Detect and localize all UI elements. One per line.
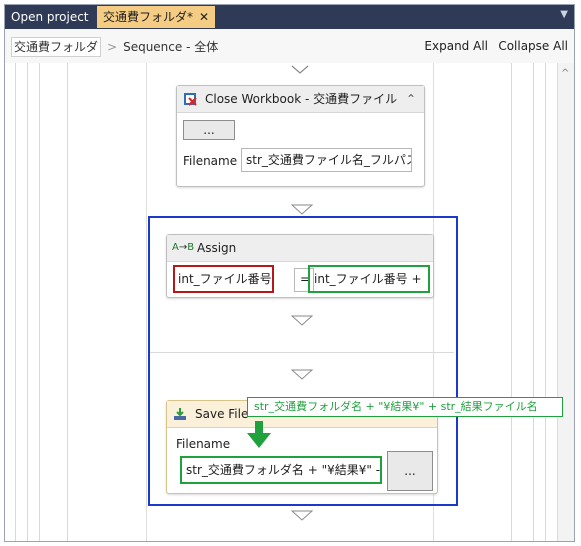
nesting-line xyxy=(27,63,28,541)
down-arrow-icon xyxy=(247,421,271,448)
scroll-up-icon[interactable]: ^ xyxy=(561,68,569,79)
filename-label: Filename xyxy=(183,154,238,168)
selection-box xyxy=(148,216,458,506)
close-workbook-header[interactable]: Close Workbook - 交通費ファイル ⌃ xyxy=(177,86,424,113)
breadcrumb-separator: > xyxy=(107,40,118,54)
nesting-line xyxy=(545,63,546,541)
vertical-scrollbar[interactable]: ^ xyxy=(557,63,574,541)
breadcrumb-root[interactable]: 交通費フォルダ xyxy=(11,37,102,57)
down-triangle-icon xyxy=(291,204,313,215)
tab-active-workflow[interactable]: 交通費フォルダ* ✕ xyxy=(97,6,216,28)
breadcrumb-current: Sequence - 全体 xyxy=(123,40,219,54)
breadcrumb: 交通費フォルダ > Sequence - 全体 xyxy=(11,37,219,57)
close-workbook-title: Close Workbook - 交通費ファイル xyxy=(205,92,398,106)
tab-open-project[interactable]: Open project xyxy=(5,6,95,28)
filename-field[interactable]: str_交通費ファイル名_フルパス xyxy=(241,148,412,172)
close-workbook-activity[interactable]: Close Workbook - 交通費ファイル ⌃ ... Filename … xyxy=(176,85,425,187)
tab-active-label: 交通費フォルダ* xyxy=(103,10,194,24)
browse-button[interactable]: ... xyxy=(183,120,235,140)
nesting-line xyxy=(67,63,68,541)
nesting-line xyxy=(15,63,16,541)
designer-window: Open project 交通費フォルダ* ✕ ▼ 交通費フォルダ > Sequenc… xyxy=(4,4,575,542)
down-triangle-icon xyxy=(291,510,313,521)
tab-bar: Open project 交通費フォルダ* ✕ ▼ xyxy=(5,5,574,29)
nesting-line xyxy=(511,63,512,541)
expand-all-button[interactable]: Expand All xyxy=(424,39,488,53)
close-icon[interactable]: ✕ xyxy=(199,10,209,24)
nesting-line xyxy=(533,63,534,541)
chevron-down-icon[interactable]: ▼ xyxy=(560,9,568,20)
designer-toolbar: 交通費フォルダ > Sequence - 全体 Expand All Collaps… xyxy=(5,29,574,64)
filename-callout: str_交通費フォルダ名 + "¥結果¥" + str_結果ファイル名 xyxy=(247,397,563,417)
down-triangle-icon xyxy=(291,65,309,74)
excel-close-icon xyxy=(184,93,197,106)
collapse-icon[interactable]: ⌃ xyxy=(406,86,416,112)
nesting-line xyxy=(39,63,40,541)
collapse-all-button[interactable]: Collapse All xyxy=(498,39,568,53)
